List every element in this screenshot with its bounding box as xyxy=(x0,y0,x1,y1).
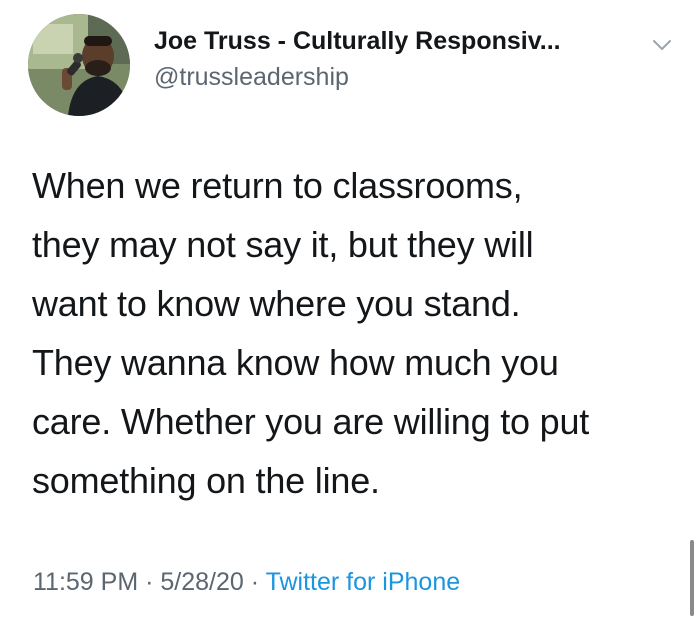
tweet: Joe Truss - Culturally Responsiv... @tru… xyxy=(0,0,700,622)
user-handle[interactable]: @trussleadership xyxy=(154,60,561,94)
tweet-source-link[interactable]: Twitter for iPhone xyxy=(266,568,461,596)
tweet-text-line: want to know where you stand. xyxy=(32,283,521,324)
tweet-date[interactable]: 5/28/20 xyxy=(160,568,243,596)
tweet-meta: 11:59 PM · 5/28/20 · Twitter for iPhone xyxy=(33,565,460,599)
tweet-text-line: something on the line. xyxy=(32,460,380,501)
tweet-text-line: care. Whether you are willing to put xyxy=(32,401,590,442)
meta-separator: · xyxy=(145,568,154,596)
tweet-header: Joe Truss - Culturally Responsiv... @tru… xyxy=(154,24,561,94)
meta-separator: · xyxy=(250,568,260,596)
chevron-down-icon[interactable] xyxy=(650,36,674,54)
avatar-photo xyxy=(28,14,130,116)
avatar[interactable] xyxy=(28,14,130,116)
tweet-text-line: When we return to classrooms, xyxy=(32,165,523,206)
tweet-time[interactable]: 11:59 PM xyxy=(33,568,138,596)
tweet-text-line: they may not say it, but they will xyxy=(32,224,534,265)
tweet-text-line: They wanna know how much you xyxy=(32,342,559,383)
scrollbar[interactable] xyxy=(690,540,694,616)
display-name[interactable]: Joe Truss - Culturally Responsiv... xyxy=(154,24,561,58)
tweet-text: When we return to classrooms, they may n… xyxy=(32,156,682,510)
